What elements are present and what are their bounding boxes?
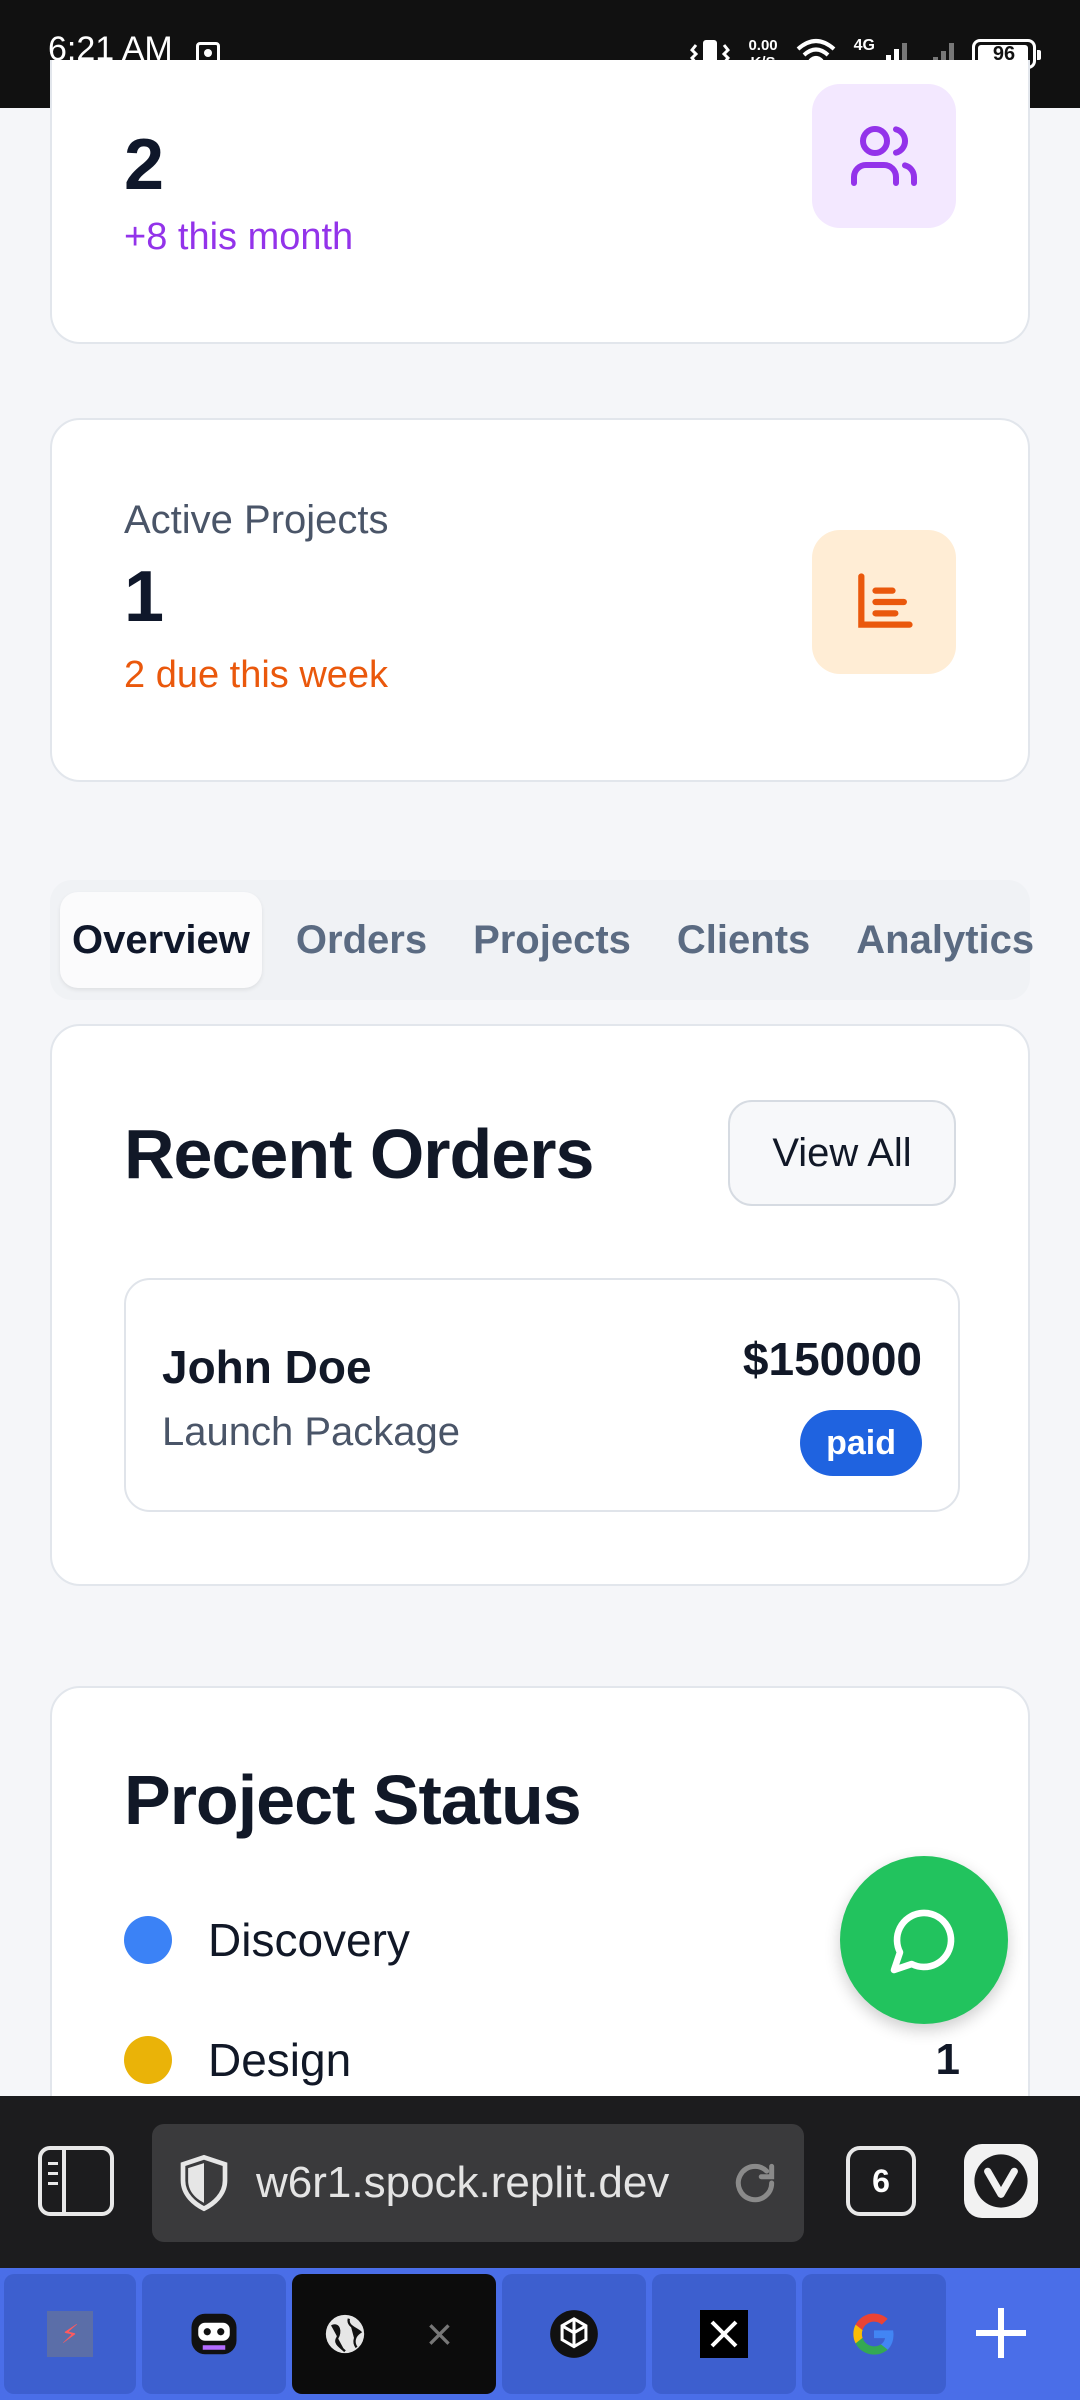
stat-value: 2 (124, 125, 165, 205)
status-count: 1 (935, 2035, 960, 2084)
tab-strip: ⚡ × (0, 2268, 1080, 2400)
shield-icon[interactable] (176, 2152, 232, 2214)
order-customer: John Doe (162, 1341, 372, 1393)
tab-count-button[interactable]: 6 (846, 2146, 916, 2216)
status-name: Design (208, 2034, 352, 2086)
status-badge: paid (800, 1410, 922, 1476)
view-all-button[interactable]: View All (728, 1100, 956, 1206)
status-dot (124, 2036, 172, 2084)
tab-projects[interactable]: Projects (461, 892, 643, 988)
recent-orders-card: Recent Orders View All John Doe Launch P… (50, 1024, 1030, 1586)
status-name: Discovery (208, 1914, 410, 1966)
google-icon (853, 2313, 894, 2355)
status-dot (124, 1916, 172, 1964)
order-package: Launch Package (162, 1410, 461, 1454)
tab-analytics[interactable]: Analytics (844, 892, 1046, 988)
browser-toolbar: w6r1.spock.replit.dev 6 (0, 2096, 1080, 2268)
open-tab-active[interactable]: × (292, 2274, 496, 2394)
stat-card-clients: 2 +8 this month (50, 60, 1030, 344)
stat-subtext: +8 this month (124, 216, 354, 258)
stat-label: Active Projects (124, 498, 389, 542)
open-tab[interactable]: ⚡ (4, 2274, 136, 2394)
reload-icon[interactable] (730, 2158, 780, 2208)
open-tab[interactable] (502, 2274, 646, 2394)
dashboard-tabs: Overview Orders Projects Clients Analyti… (50, 880, 1034, 1000)
open-tab[interactable] (142, 2274, 286, 2394)
url-text[interactable]: w6r1.spock.replit.dev (256, 2158, 669, 2208)
stat-subtext: 2 due this week (124, 654, 389, 696)
tab-orders[interactable]: Orders (284, 892, 439, 988)
chatgpt-icon (550, 2310, 598, 2358)
new-tab-button[interactable] (976, 2308, 1026, 2358)
chat-bubble-icon (890, 1909, 955, 1974)
tab-clients[interactable]: Clients (665, 892, 822, 988)
order-amount: $150000 (742, 1333, 922, 1385)
stat-icon-box (812, 530, 956, 674)
vivaldi-menu-button[interactable] (964, 2144, 1038, 2218)
recent-orders-title: Recent Orders (124, 1115, 594, 1193)
panel-toggle-button[interactable] (38, 2146, 114, 2216)
x-logo-icon (700, 2310, 748, 2358)
globe-icon (325, 2314, 365, 2354)
status-row-discovery: Discovery (124, 1910, 960, 1970)
bot-icon (191, 2313, 237, 2355)
users-icon (851, 126, 917, 186)
chat-fab-button[interactable] (840, 1856, 1008, 2024)
stat-card-active-projects: Active Projects 1 2 due this week (50, 418, 1030, 782)
open-tab[interactable] (652, 2274, 796, 2394)
project-list-icon (858, 573, 913, 628)
vivaldi-icon (974, 2154, 1028, 2208)
close-tab-icon[interactable]: × (426, 2311, 453, 2357)
replit-icon: ⚡ (47, 2311, 93, 2357)
stat-icon-box (812, 84, 956, 228)
project-status-title: Project Status (124, 1761, 582, 1839)
address-bar[interactable]: w6r1.spock.replit.dev (152, 2124, 804, 2242)
status-row-design: Design 1 (124, 2030, 960, 2090)
open-tab[interactable] (802, 2274, 946, 2394)
stat-value: 1 (124, 557, 165, 637)
order-item[interactable]: John Doe Launch Package $150000 paid (124, 1278, 960, 1512)
tab-overview[interactable]: Overview (60, 892, 262, 988)
